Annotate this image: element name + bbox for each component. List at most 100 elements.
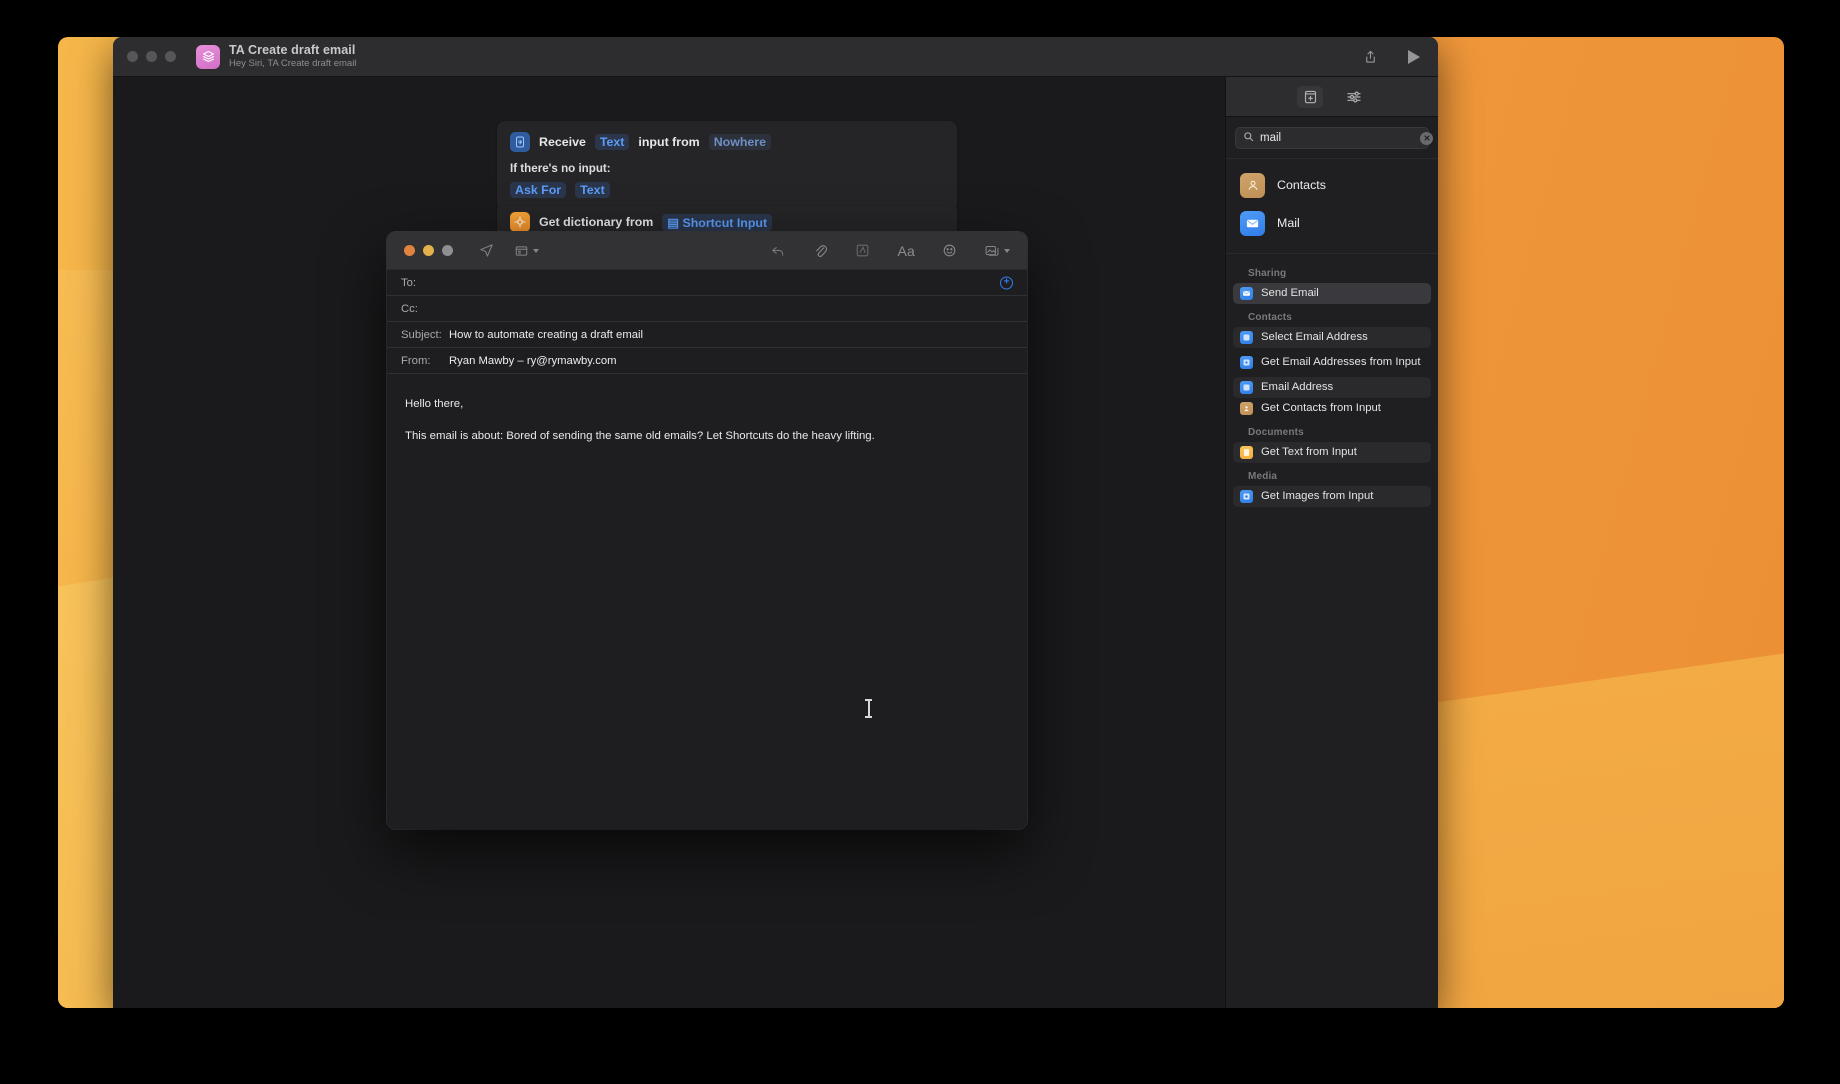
no-input-tokens: Ask For Text bbox=[510, 182, 944, 198]
send-icon[interactable] bbox=[479, 243, 494, 258]
emoji-icon[interactable] bbox=[942, 243, 957, 258]
chevron-down-icon[interactable] bbox=[533, 248, 539, 253]
action-header: Receive Text input from Nowhere bbox=[510, 132, 944, 152]
action-receive-input[interactable]: Receive Text input from Nowhere If there… bbox=[497, 121, 957, 211]
share-icon[interactable] bbox=[1360, 47, 1380, 67]
desktop-screen: TA Create draft email Hey Siri, TA Creat… bbox=[58, 37, 1784, 1008]
action-item-email-address[interactable]: Email Address bbox=[1233, 377, 1431, 398]
group-title-sharing: Sharing bbox=[1248, 268, 1287, 279]
cc-label: Cc: bbox=[401, 302, 418, 315]
text-action-icon bbox=[1240, 446, 1253, 459]
group-title-media: Media bbox=[1248, 471, 1278, 482]
body-paragraph: This email is about: Bored of sending th… bbox=[405, 430, 875, 443]
subject-value[interactable]: How to automate creating a draft email bbox=[449, 329, 643, 341]
action-item-get-text-from-input[interactable]: Get Text from Input bbox=[1233, 442, 1431, 463]
action-item-send-email[interactable]: Send Email bbox=[1233, 283, 1431, 304]
action-item-get-images-from-input[interactable]: Get Images from Input bbox=[1233, 486, 1431, 507]
group-title-documents: Documents bbox=[1248, 427, 1304, 438]
mail-action-icon bbox=[1240, 356, 1253, 369]
action-item-label: Email Address bbox=[1261, 380, 1334, 393]
media-action-icon bbox=[1240, 490, 1253, 503]
sliders-icon[interactable] bbox=[1341, 86, 1367, 108]
from-field-row[interactable]: From: Ryan Mawby – ry@rymawby.com bbox=[387, 348, 1027, 374]
action-library-sidebar: Contacts Mail Sharing bbox=[1225, 77, 1438, 1008]
compose-left-tools bbox=[479, 243, 539, 258]
window-traffic-lights[interactable] bbox=[127, 51, 176, 62]
compose-header-fields: To: + Cc: Subject: How to automate creat… bbox=[387, 270, 1027, 374]
compose-traffic-lights[interactable] bbox=[404, 245, 453, 256]
clear-icon[interactable] bbox=[1420, 131, 1433, 145]
mail-action-icon bbox=[1240, 331, 1253, 344]
action-header: Get dictionary from ▤ Shortcut Input bbox=[510, 212, 944, 232]
from-label: From: bbox=[401, 354, 431, 367]
action-library-icon[interactable] bbox=[1297, 85, 1323, 108]
mail-compose-window: Aa To: + Cc: Subject: How to automate cr… bbox=[387, 232, 1027, 829]
chevron-down-icon[interactable] bbox=[1004, 248, 1010, 253]
get-dictionary-icon bbox=[510, 212, 530, 232]
token-ask-for-type[interactable]: Text bbox=[575, 182, 610, 198]
shortcuts-titlebar: TA Create draft email Hey Siri, TA Creat… bbox=[113, 37, 1438, 77]
photos-icon[interactable] bbox=[984, 243, 1010, 258]
compose-body[interactable]: Hello there, This email is about: Bored … bbox=[387, 374, 1027, 829]
compose-close-button[interactable] bbox=[404, 245, 415, 256]
run-icon[interactable] bbox=[1404, 47, 1424, 67]
shortcut-subtitle: Hey Siri, TA Create draft email bbox=[229, 57, 357, 69]
sidebar-app-contacts[interactable]: Contacts bbox=[1226, 166, 1438, 204]
compose-right-tools: Aa bbox=[770, 232, 1010, 269]
shortcut-title-block: TA Create draft email Hey Siri, TA Creat… bbox=[229, 43, 356, 69]
token-ask-for[interactable]: Ask For bbox=[510, 182, 567, 198]
search-box[interactable] bbox=[1235, 127, 1433, 149]
compose-maximize-button[interactable] bbox=[442, 245, 453, 256]
body-greeting: Hello there, bbox=[405, 398, 464, 410]
token-input-source[interactable]: Nowhere bbox=[708, 134, 772, 150]
subject-field-row[interactable]: Subject: How to automate creating a draf… bbox=[387, 322, 1027, 348]
subject-label: Subject: bbox=[401, 328, 442, 341]
sidebar-apps-list: Contacts Mail bbox=[1226, 159, 1438, 253]
search-input[interactable] bbox=[1260, 132, 1414, 144]
compose-toolbar: Aa bbox=[387, 232, 1027, 270]
sidebar-toolbar bbox=[1226, 77, 1438, 117]
group-title-contacts: Contacts bbox=[1248, 312, 1292, 323]
from-value[interactable]: Ryan Mawby – ry@rymawby.com bbox=[449, 355, 617, 367]
action-list[interactable]: Sharing Send Email Contacts Select Email… bbox=[1226, 254, 1438, 1008]
sidebar-app-label: Contacts bbox=[1277, 178, 1326, 192]
add-recipient-icon[interactable]: + bbox=[1000, 276, 1013, 289]
action-item-label: Send Email bbox=[1261, 286, 1319, 299]
shortcuts-toolbar-right bbox=[1360, 37, 1424, 76]
sidebar-search-area bbox=[1226, 117, 1438, 158]
shortcuts-icon bbox=[196, 44, 220, 69]
reply-icon[interactable] bbox=[770, 244, 786, 258]
action-text-inputfrom: input from bbox=[638, 135, 700, 149]
action-item-label: Get Contacts from Input bbox=[1261, 401, 1381, 414]
action-item-label: Get Email Addresses from Input bbox=[1261, 355, 1421, 368]
contacts-app-icon bbox=[1240, 172, 1265, 198]
format-text-button[interactable]: Aa bbox=[897, 243, 915, 259]
no-input-label: If there's no input: bbox=[510, 162, 611, 175]
close-button[interactable] bbox=[127, 51, 138, 62]
action-item-select-email-address[interactable]: Select Email Address bbox=[1233, 327, 1431, 348]
action-item-get-contacts-from-input[interactable]: Get Contacts from Input bbox=[1233, 398, 1431, 419]
mail-app-icon bbox=[1240, 210, 1265, 236]
mail-action-icon bbox=[1240, 287, 1253, 300]
page-title: TA Create draft email bbox=[229, 43, 356, 58]
token-input-type[interactable]: Text bbox=[594, 134, 630, 150]
action-item-get-email-addresses-from-input[interactable]: Get Email Addresses from Input bbox=[1233, 348, 1431, 377]
minimize-button[interactable] bbox=[146, 51, 157, 62]
cc-field-row[interactable]: Cc: bbox=[387, 296, 1027, 322]
receive-input-icon bbox=[510, 132, 530, 152]
markup-icon[interactable] bbox=[855, 243, 870, 258]
search-icon bbox=[1243, 129, 1254, 147]
shortcut-input-glyph: ▤ bbox=[667, 215, 683, 230]
token-shortcut-input[interactable]: ▤ Shortcut Input bbox=[662, 213, 773, 231]
action-item-label: Select Email Address bbox=[1261, 330, 1368, 343]
sidebar-app-mail[interactable]: Mail bbox=[1226, 204, 1438, 242]
compose-minimize-button[interactable] bbox=[423, 245, 434, 256]
maximize-button[interactable] bbox=[165, 51, 176, 62]
paperclip-icon[interactable] bbox=[813, 243, 828, 259]
action-item-label: Get Images from Input bbox=[1261, 489, 1374, 502]
token-shortcut-input-label: Shortcut Input bbox=[682, 215, 768, 230]
to-field-row[interactable]: To: + bbox=[387, 270, 1027, 296]
to-label: To: bbox=[401, 276, 417, 289]
stationery-icon[interactable] bbox=[514, 244, 539, 258]
sidebar-app-label: Mail bbox=[1277, 216, 1300, 230]
